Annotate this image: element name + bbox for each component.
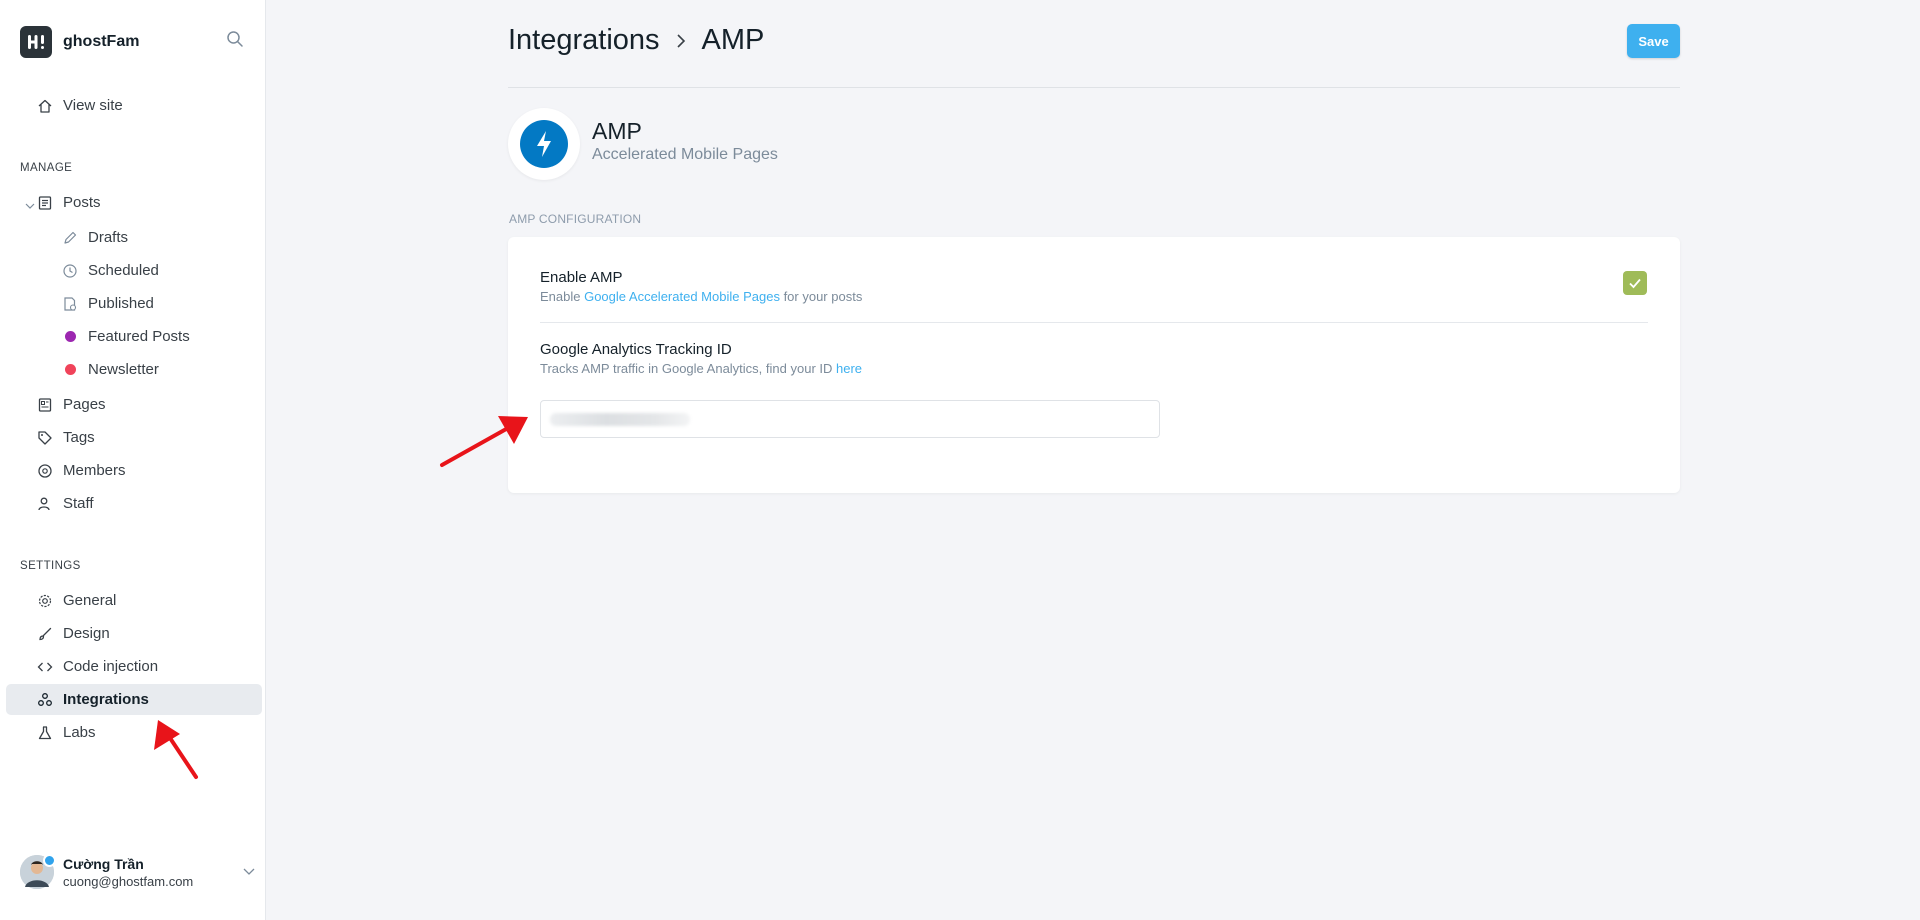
desc-text: Enable xyxy=(540,289,585,304)
home-icon xyxy=(36,97,54,115)
annotation-arrow-icon xyxy=(154,720,198,779)
nav-label: Featured Posts xyxy=(88,328,190,345)
app-icon xyxy=(508,108,580,180)
staff-icon xyxy=(36,495,54,513)
integrations-icon xyxy=(36,691,54,709)
nav-label: Newsletter xyxy=(88,361,159,378)
brush-icon xyxy=(36,625,54,643)
nav-label: Design xyxy=(63,625,110,642)
save-button[interactable]: Save xyxy=(1627,24,1680,58)
nav-label: Scheduled xyxy=(88,262,159,279)
row-divider xyxy=(540,322,1648,323)
nav-label: Code injection xyxy=(63,658,159,675)
color-dot-icon xyxy=(61,361,79,379)
enable-amp-title: Enable AMP xyxy=(540,269,623,286)
section-label-settings: SETTINGS xyxy=(20,560,81,572)
code-icon xyxy=(36,658,54,676)
breadcrumb-integrations-link[interactable]: Integrations xyxy=(508,24,660,57)
pencil-icon xyxy=(61,229,79,247)
posts-icon xyxy=(36,194,54,212)
chevron-down-icon[interactable] xyxy=(25,198,35,215)
nav-label: Staff xyxy=(63,495,94,512)
nav-integrations[interactable]: Integrations xyxy=(6,684,262,715)
nav-published[interactable]: Published xyxy=(6,288,262,319)
clock-icon xyxy=(61,262,79,280)
checkmark-icon xyxy=(1629,278,1641,289)
nav-label: Posts xyxy=(63,194,101,211)
color-dot-icon xyxy=(61,328,79,346)
section-label-amp-configuration: AMP CONFIGURATION xyxy=(509,212,642,226)
nav-view-site[interactable]: View site xyxy=(6,90,262,121)
user-name: Cường Trần xyxy=(63,855,144,872)
find-id-here-link[interactable]: here xyxy=(836,361,862,376)
gear-icon xyxy=(36,592,54,610)
nav-label: Members xyxy=(63,462,126,479)
tracking-id-description: Tracks AMP traffic in Google Analytics, … xyxy=(540,361,862,376)
nav-label: General xyxy=(63,592,117,609)
blurred-tracking-id xyxy=(550,413,690,426)
google-amp-link[interactable]: Google Accelerated Mobile Pages xyxy=(584,289,780,304)
annotation-arrow-icon xyxy=(440,416,528,467)
flask-icon xyxy=(36,724,54,742)
nav-pages[interactable]: Pages xyxy=(6,389,262,420)
nav-label: Tags xyxy=(63,429,95,446)
amp-config-card: Enable AMP Enable Google Accelerated Mob… xyxy=(508,237,1680,493)
enable-amp-checkbox[interactable] xyxy=(1623,271,1647,295)
tracking-id-title: Google Analytics Tracking ID xyxy=(540,341,732,358)
search-icon[interactable] xyxy=(226,30,248,52)
enable-amp-description: Enable Google Accelerated Mobile Pages f… xyxy=(540,289,862,304)
site-name: ghostFam xyxy=(63,33,140,50)
chevron-down-icon[interactable] xyxy=(242,864,256,883)
nav-featured-posts[interactable]: Featured Posts xyxy=(6,321,262,352)
nav-general[interactable]: General xyxy=(6,585,262,616)
page-title: AMP xyxy=(701,24,765,56)
desc-text: Tracks AMP traffic in Google Analytics, … xyxy=(540,361,836,376)
nav-label: Integrations xyxy=(63,691,149,708)
nav-design[interactable]: Design xyxy=(6,618,262,649)
app-title: AMP xyxy=(592,118,642,144)
nav-newsletter[interactable]: Newsletter xyxy=(6,354,262,385)
nav-staff[interactable]: Staff xyxy=(6,488,262,519)
section-label-manage: MANAGE xyxy=(20,162,73,174)
nav-posts[interactable]: Posts xyxy=(6,187,262,218)
nav-labs[interactable]: Labs xyxy=(6,717,262,748)
nav-label: Labs xyxy=(63,724,96,741)
desc-text: for your posts xyxy=(779,289,863,304)
sidebar: ghostFam View site MANAGE Posts Drafts S… xyxy=(0,0,266,920)
nav-label: Drafts xyxy=(88,229,129,246)
user-menu[interactable]: Cường Trần cuong@ghostfam.com xyxy=(20,852,260,892)
online-status-dot xyxy=(43,854,56,867)
breadcrumb: Integrations AMP xyxy=(508,24,764,57)
nav-label: Pages xyxy=(63,396,106,413)
app-subtitle: Accelerated Mobile Pages xyxy=(592,146,778,163)
nav-label: View site xyxy=(63,97,123,114)
chevron-right-icon xyxy=(674,32,688,50)
published-doc-icon xyxy=(61,295,79,313)
tag-icon xyxy=(36,429,54,447)
nav-members[interactable]: Members xyxy=(6,455,262,486)
members-icon xyxy=(36,462,54,480)
nav-drafts[interactable]: Drafts xyxy=(6,222,262,253)
nav-scheduled[interactable]: Scheduled xyxy=(6,255,262,286)
lightning-bolt-icon xyxy=(520,120,568,168)
nav-tags[interactable]: Tags xyxy=(6,422,262,453)
avatar xyxy=(20,854,56,889)
nav-code-injection[interactable]: Code injection xyxy=(6,651,262,682)
nav-label: Published xyxy=(88,295,154,312)
pages-icon xyxy=(36,396,54,414)
user-email: cuong@ghostfam.com xyxy=(63,873,194,889)
header-divider xyxy=(508,87,1680,88)
ghost-logo-icon xyxy=(20,26,52,58)
brand[interactable]: ghostFam xyxy=(20,26,139,58)
